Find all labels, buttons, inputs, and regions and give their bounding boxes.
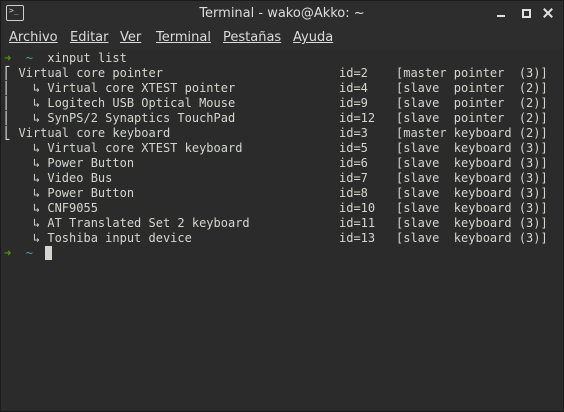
menu-pestanas-label: Pestañas xyxy=(223,30,282,45)
device-id: id=7 xyxy=(339,171,368,185)
command-line: ➜ ~ xinput list xyxy=(4,51,127,66)
menu-ayuda-label: Ayuda xyxy=(293,30,334,45)
menu-terminal-label: Terminal xyxy=(156,30,211,45)
title-bar[interactable]: >_ Terminal - wako@Akko: ~ xyxy=(1,1,563,27)
device-name: ⎡ Virtual core pointer xyxy=(4,66,163,80)
terminal-output[interactable]: ➜ ~ xinput list ⎡ Virtual core pointer id… xyxy=(4,51,560,407)
device-id: id=12 xyxy=(339,111,376,125)
device-type: [slave keyboard (3)] xyxy=(396,216,548,230)
device-id: id=8 xyxy=(339,186,368,200)
device-id: id=4 xyxy=(339,81,368,95)
device-id: id=13 xyxy=(339,231,376,245)
device-type: [slave keyboard (3)] xyxy=(396,201,548,215)
device-id: id=6 xyxy=(339,156,368,170)
device-name: ⎣ Virtual core keyboard xyxy=(4,126,171,140)
device-type: [master keyboard (2)] xyxy=(396,126,548,140)
menu-pestanas[interactable]: Pestañas xyxy=(223,30,281,45)
device-type: [slave pointer (2)] xyxy=(396,111,548,125)
device-name: ⎜ ↳ SynPS/2 Synaptics TouchPad xyxy=(4,111,236,125)
device-name: ⎜ ↳ Logitech USB Optical Mouse xyxy=(4,96,236,110)
prompt-arrow-icon: ➜ xyxy=(4,246,12,260)
prompt-arrow-icon: ➜ xyxy=(4,51,12,65)
device-name: ↳ Power Button xyxy=(4,156,135,170)
prompt-dir: ~ xyxy=(25,51,33,65)
text-cursor xyxy=(45,246,52,260)
menu-bar: Archivo Editar Ver Terminal Pestañas Ayu… xyxy=(1,27,563,49)
device-name: ↳ Video Bus xyxy=(4,171,113,185)
device-id: id=9 xyxy=(339,96,368,110)
minimize-icon[interactable] xyxy=(495,7,507,19)
device-type: [master pointer (3)] xyxy=(396,66,548,80)
device-name: ⎜ ↳ Virtual core XTEST pointer xyxy=(4,81,236,95)
device-type: [slave keyboard (3)] xyxy=(396,141,548,155)
device-type: [slave keyboard (3)] xyxy=(396,171,548,185)
device-id: id=5 xyxy=(339,141,368,155)
device-id: id=10 xyxy=(339,201,376,215)
device-id: id=3 xyxy=(339,126,368,140)
menu-ver[interactable]: Ver xyxy=(120,30,141,45)
menu-ver-label: Ver xyxy=(120,30,142,45)
device-type: [slave pointer (2)] xyxy=(396,81,548,95)
menu-editar-label: Editar xyxy=(70,30,109,45)
terminal-window: >_ Terminal - wako@Akko: ~ Archivo Edita… xyxy=(0,0,564,412)
maximize-icon[interactable] xyxy=(520,7,532,19)
device-name: ↳ Power Button xyxy=(4,186,135,200)
device-type: [slave pointer (2)] xyxy=(396,96,548,110)
window-title: Terminal - wako@Akko: ~ xyxy=(199,6,365,21)
device-type: [slave keyboard (3)] xyxy=(396,231,548,245)
command-text: xinput list xyxy=(47,51,127,65)
device-name: ↳ Toshiba input device xyxy=(4,231,192,245)
prompt-line: ➜ ~ xyxy=(4,246,33,261)
device-id: id=2 xyxy=(339,66,368,80)
close-icon[interactable] xyxy=(542,7,554,19)
prompt-dir: ~ xyxy=(25,246,33,260)
menu-ayuda[interactable]: Ayuda xyxy=(293,30,333,45)
device-type: [slave keyboard (3)] xyxy=(396,156,548,170)
device-id: id=11 xyxy=(339,216,376,230)
menu-terminal[interactable]: Terminal xyxy=(156,30,211,45)
device-name: ↳ Virtual core XTEST keyboard xyxy=(4,141,243,155)
device-name: ↳ AT Translated Set 2 keyboard xyxy=(4,216,250,230)
menu-archivo-label: Archivo xyxy=(9,30,58,45)
device-type: [slave keyboard (3)] xyxy=(396,186,548,200)
menu-editar[interactable]: Editar xyxy=(70,30,109,45)
menu-archivo[interactable]: Archivo xyxy=(9,30,58,45)
device-name: ↳ CNF9055 xyxy=(4,201,98,215)
